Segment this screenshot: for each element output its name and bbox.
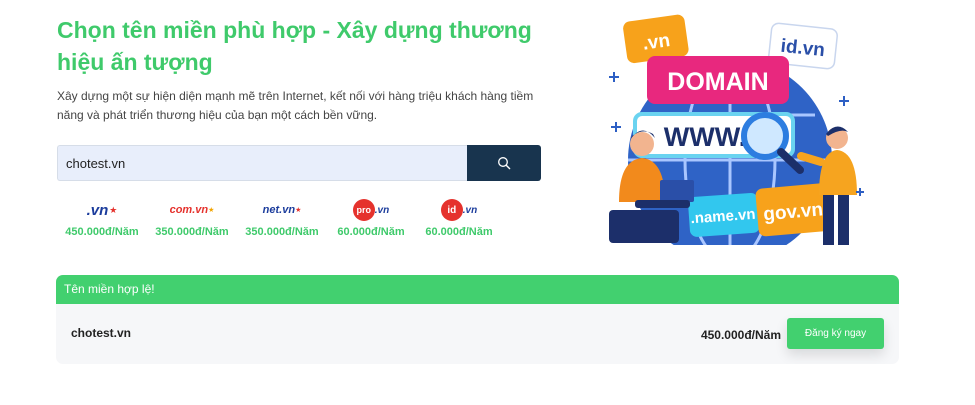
tld-item-com-vn[interactable]: com.vn ★ 350.000đ/Năm [147,198,237,238]
page-title: Chọn tên miền phù hợp - Xây dựng thương … [57,17,532,75]
search-button[interactable] [467,145,541,181]
tld-logo-id-vn: id .vn [440,198,477,222]
search-icon [498,157,511,170]
result-row: chotest.vn 450.000đ/Năm Đăng ký ngay [56,304,899,364]
tld-price-list: .vn ★ 450.000đ/Năm com.vn ★ 350.000đ/Năm… [57,198,503,238]
tag-name-vn: .name.vn [688,193,760,237]
domain-illustration: .vn id.vn DOMAIN WWW. .name.vn gov.vn [609,14,864,245]
tag-www-text: WWW. [664,122,746,152]
tag-vn-text: .vn [641,30,671,55]
tld-item-vn[interactable]: .vn ★ 450.000đ/Năm [57,198,147,239]
tld-item-net-vn[interactable]: net.vn ★ 350.000đ/Năm [237,198,327,238]
tld-price: 60.000đ/Năm [425,226,493,238]
tag-domain: DOMAIN [647,56,789,104]
register-button[interactable]: Đăng ký ngay [787,318,884,349]
tld-price: 450.000đ/Năm [65,226,139,238]
tld-item-id-vn[interactable]: id .vn 60.000đ/Năm [415,198,503,238]
result-status: Tên miền hợp lệ! [56,275,899,304]
tld-logo-vn: .vn ★ [86,201,118,219]
result-domain-price: 450.000đ/Năm [700,328,781,342]
tld-item-pro-vn[interactable]: pro .vn 60.000đ/Năm [327,198,415,238]
tld-price: 60.000đ/Năm [337,226,405,238]
tag-domain-text: DOMAIN [667,68,768,96]
domain-search-input[interactable] [57,145,467,181]
domain-result-card: Tên miền hợp lệ! chotest.vn 450.000đ/Năm… [56,275,899,364]
result-domain-name: chotest.vn [71,326,132,340]
tld-price: 350.000đ/Năm [155,226,229,238]
tld-logo-com-vn: com.vn ★ [169,204,215,216]
tld-logo-net-vn: net.vn ★ [262,204,302,216]
domain-search-bar [57,145,541,181]
tld-price: 350.000đ/Năm [245,226,319,238]
page-description: Xây dựng một sự hiện diện mạnh mẽ trên I… [57,89,534,122]
tld-logo-pro-vn: pro .vn [352,198,389,222]
